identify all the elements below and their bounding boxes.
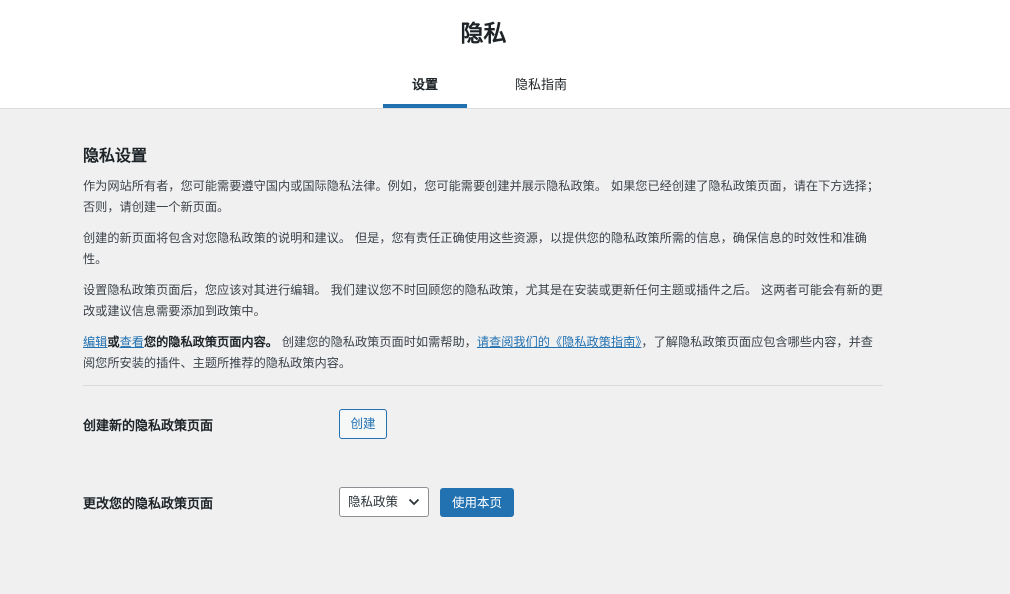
section-title: 隐私设置 bbox=[83, 146, 148, 165]
bold-content-text: 您的隐私政策页面内容。 bbox=[143, 335, 278, 349]
help-text: 创建您的隐私政策页面时如需帮助， bbox=[278, 335, 477, 349]
page-header: 隐私 设置 隐私指南 bbox=[0, 0, 1010, 109]
chevron-down-icon bbox=[408, 498, 420, 506]
select-value: 隐私政策 bbox=[348, 494, 399, 509]
tab-privacy-guide[interactable]: 隐私指南 bbox=[499, 74, 583, 93]
change-page-label: 更改您的隐私政策页面 bbox=[83, 497, 214, 512]
intro-paragraph: 作为网站所有者，您可能需要遵守国内或国际隐私法律。例如，您可能需要创建并展示隐私… bbox=[83, 179, 880, 214]
page-title: 隐私 bbox=[460, 21, 507, 47]
edit-link[interactable]: 编辑 bbox=[83, 335, 107, 349]
active-tab-indicator bbox=[383, 104, 467, 108]
divider bbox=[83, 385, 883, 386]
edit-advice-paragraph: 设置隐私政策页面后，您应该对其进行编辑。 我们建议您不时回顾您的隐私政策，尤其是… bbox=[83, 283, 883, 318]
create-page-label: 创建新的隐私政策页面 bbox=[83, 419, 214, 434]
edit-view-paragraph: 编辑或查看您的隐私政策页面内容。 创建您的隐私政策页面时如需帮助，请查阅我们的《… bbox=[83, 332, 885, 374]
view-link[interactable]: 查看 bbox=[120, 335, 144, 349]
tab-settings[interactable]: 设置 bbox=[383, 74, 467, 93]
new-page-paragraph: 创建的新页面将包含对您隐私政策的说明和建议。 但是，您有责任正确使用这些资源，以… bbox=[83, 231, 867, 266]
use-this-page-button[interactable]: 使用本页 bbox=[440, 488, 514, 517]
or-text: 或 bbox=[107, 335, 120, 349]
privacy-guide-link[interactable]: 请查阅我们的《隐私政策指南》 bbox=[477, 335, 642, 349]
privacy-page-select[interactable]: 隐私政策 bbox=[339, 487, 429, 517]
create-button[interactable]: 创建 bbox=[339, 409, 387, 439]
